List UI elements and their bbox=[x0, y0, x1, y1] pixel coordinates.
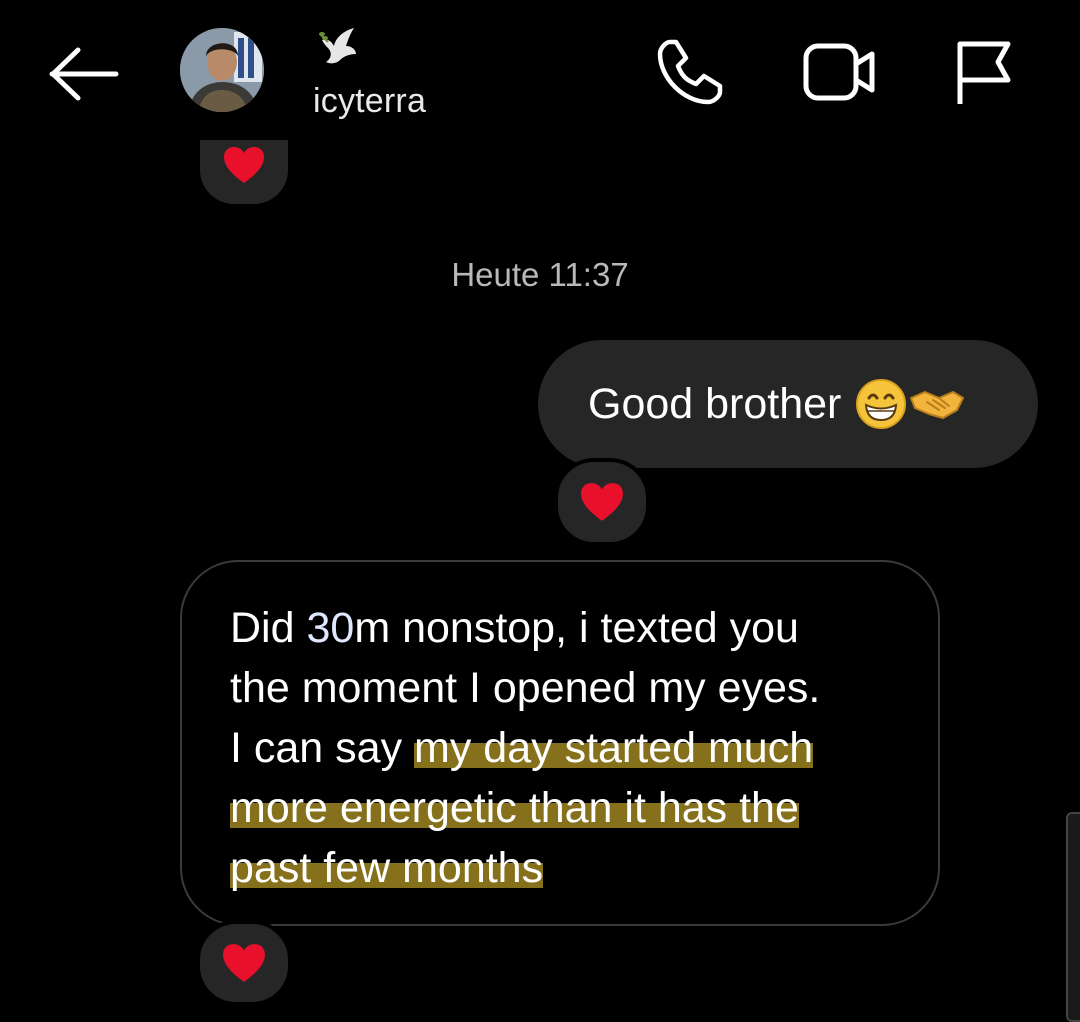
heart-icon bbox=[224, 147, 264, 183]
incoming-message-bubble[interactable]: Did 30m nonstop, i texted you the moment… bbox=[180, 560, 940, 926]
message-line: Did 30m nonstop, i texted you bbox=[230, 604, 799, 652]
highlighted-text: past few months bbox=[230, 844, 544, 892]
reaction-pill[interactable] bbox=[554, 458, 650, 546]
duration-link[interactable]: 30 bbox=[306, 604, 354, 652]
username[interactable]: icyterra bbox=[313, 82, 426, 121]
scrollbar[interactable] bbox=[1066, 812, 1080, 1022]
avatar-photo bbox=[180, 28, 264, 112]
incoming-message-text: Did 30m nonstop, i texted you the moment… bbox=[230, 598, 920, 898]
outgoing-message-bubble[interactable]: Good brother bbox=[538, 340, 1038, 468]
message-line: past few months bbox=[230, 838, 920, 898]
outgoing-message-text: Good brother bbox=[588, 379, 842, 428]
reaction-pill[interactable] bbox=[196, 920, 292, 1006]
heart-icon bbox=[223, 944, 265, 982]
reaction-pill[interactable] bbox=[196, 140, 292, 208]
phone-icon[interactable] bbox=[656, 38, 724, 106]
message-line: more energetic than it has the bbox=[230, 778, 920, 838]
timestamp: Heute 11:37 bbox=[451, 256, 629, 293]
avatar[interactable] bbox=[180, 28, 264, 112]
grinning-face-emoji bbox=[856, 379, 907, 429]
dove-emoji bbox=[319, 28, 356, 64]
handshake-emoji bbox=[910, 391, 965, 419]
highlighted-text: my day started much bbox=[414, 724, 814, 772]
highlighted-text: more energetic than it has the bbox=[230, 784, 799, 832]
heart-icon bbox=[581, 483, 623, 521]
flag-icon[interactable] bbox=[954, 38, 1014, 106]
back-arrow-icon[interactable] bbox=[48, 44, 120, 104]
message-line: the moment I opened my eyes. bbox=[230, 664, 821, 712]
message-line: I can say my day started much bbox=[230, 724, 814, 772]
video-camera-icon[interactable] bbox=[802, 40, 878, 104]
